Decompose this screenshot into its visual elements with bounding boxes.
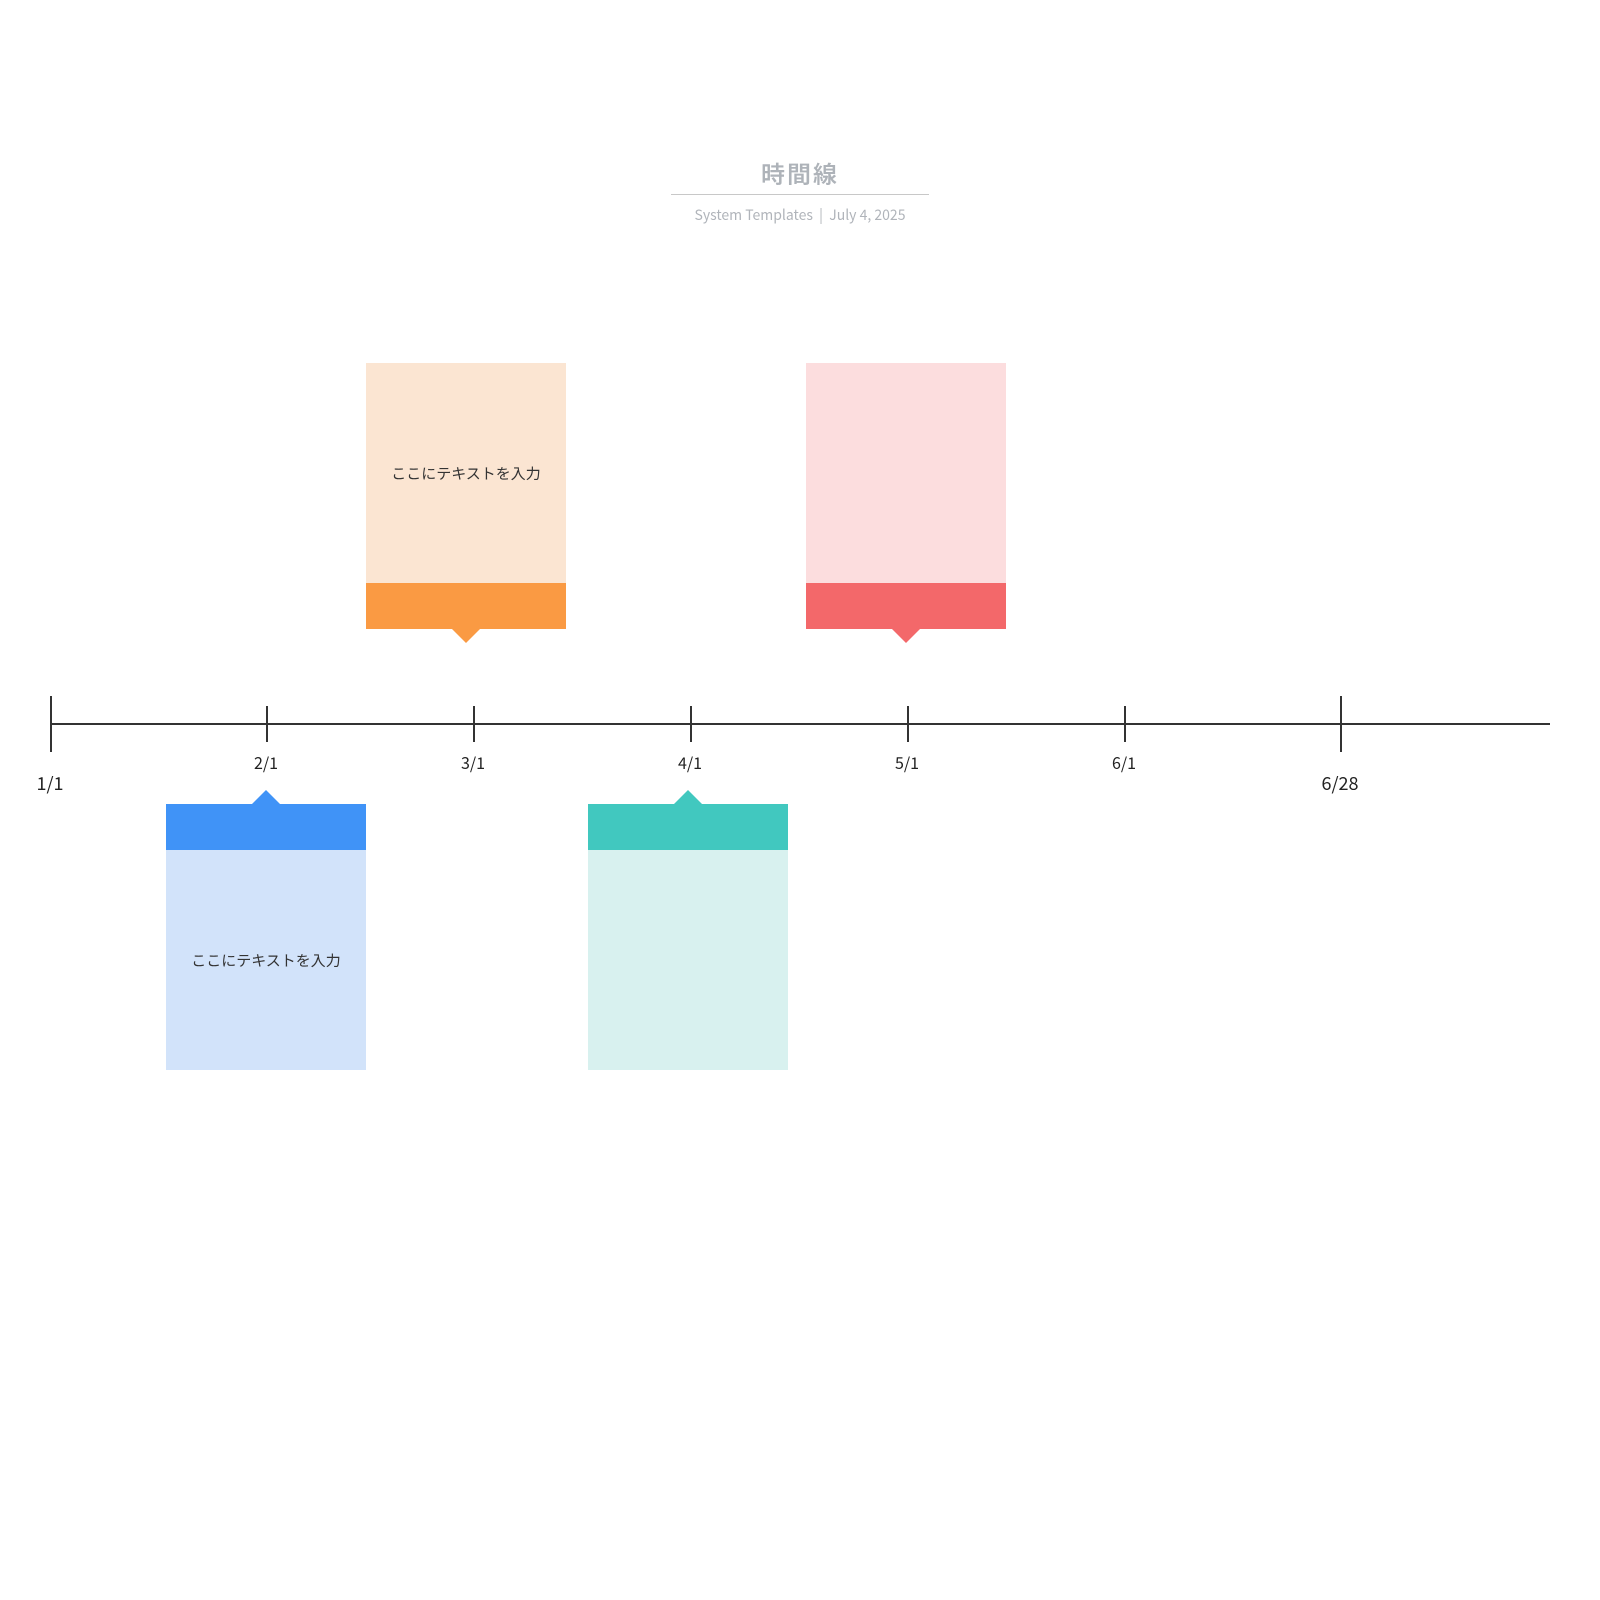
event-card-body[interactable]	[588, 850, 788, 1070]
event-card-footer	[366, 583, 566, 629]
event-card-blue[interactable]: ここにテキストを入力	[166, 790, 366, 1070]
event-card-footer	[806, 583, 1006, 629]
tick-start	[50, 696, 52, 752]
tick-label-6-1: 6/1	[1112, 750, 1136, 774]
tick-label-end: 6/28	[1321, 770, 1358, 796]
subtitle-date: July 4, 2025	[829, 205, 905, 225]
pointer-up-icon	[674, 790, 702, 804]
tick-label-5-1: 5/1	[895, 750, 919, 774]
tick-label-2-1: 2/1	[254, 750, 278, 774]
timeline-axis	[50, 723, 1550, 725]
event-card-header	[588, 804, 788, 850]
diagram-title[interactable]: 時間線	[671, 155, 929, 195]
tick-5-1	[907, 706, 909, 742]
tick-label-start: 1/1	[36, 770, 63, 796]
tick-3-1	[473, 706, 475, 742]
pointer-down-icon	[452, 629, 480, 643]
header-block: 時間線 System Templates | July 4, 2025	[671, 155, 929, 225]
event-card-body[interactable]	[806, 363, 1006, 583]
pointer-up-icon	[252, 790, 280, 804]
event-card-orange[interactable]: ここにテキストを入力	[366, 363, 566, 643]
event-card-pink[interactable]	[806, 363, 1006, 643]
tick-label-4-1: 4/1	[678, 750, 702, 774]
tick-label-3-1: 3/1	[461, 750, 485, 774]
tick-6-1	[1124, 706, 1126, 742]
tick-end	[1340, 696, 1342, 752]
subtitle-source: System Templates	[695, 205, 813, 225]
pointer-down-icon	[892, 629, 920, 643]
event-card-text: ここにテキストを入力	[391, 463, 541, 484]
diagram-subtitle: System Templates | July 4, 2025	[671, 205, 929, 225]
event-card-text: ここにテキストを入力	[191, 950, 341, 971]
tick-4-1	[690, 706, 692, 742]
tick-2-1	[266, 706, 268, 742]
event-card-body[interactable]: ここにテキストを入力	[166, 850, 366, 1070]
event-card-header	[166, 804, 366, 850]
event-card-teal[interactable]	[588, 790, 788, 1070]
event-card-body[interactable]: ここにテキストを入力	[366, 363, 566, 583]
timeline-canvas: 時間線 System Templates | July 4, 2025 1/1 …	[0, 0, 1600, 1600]
